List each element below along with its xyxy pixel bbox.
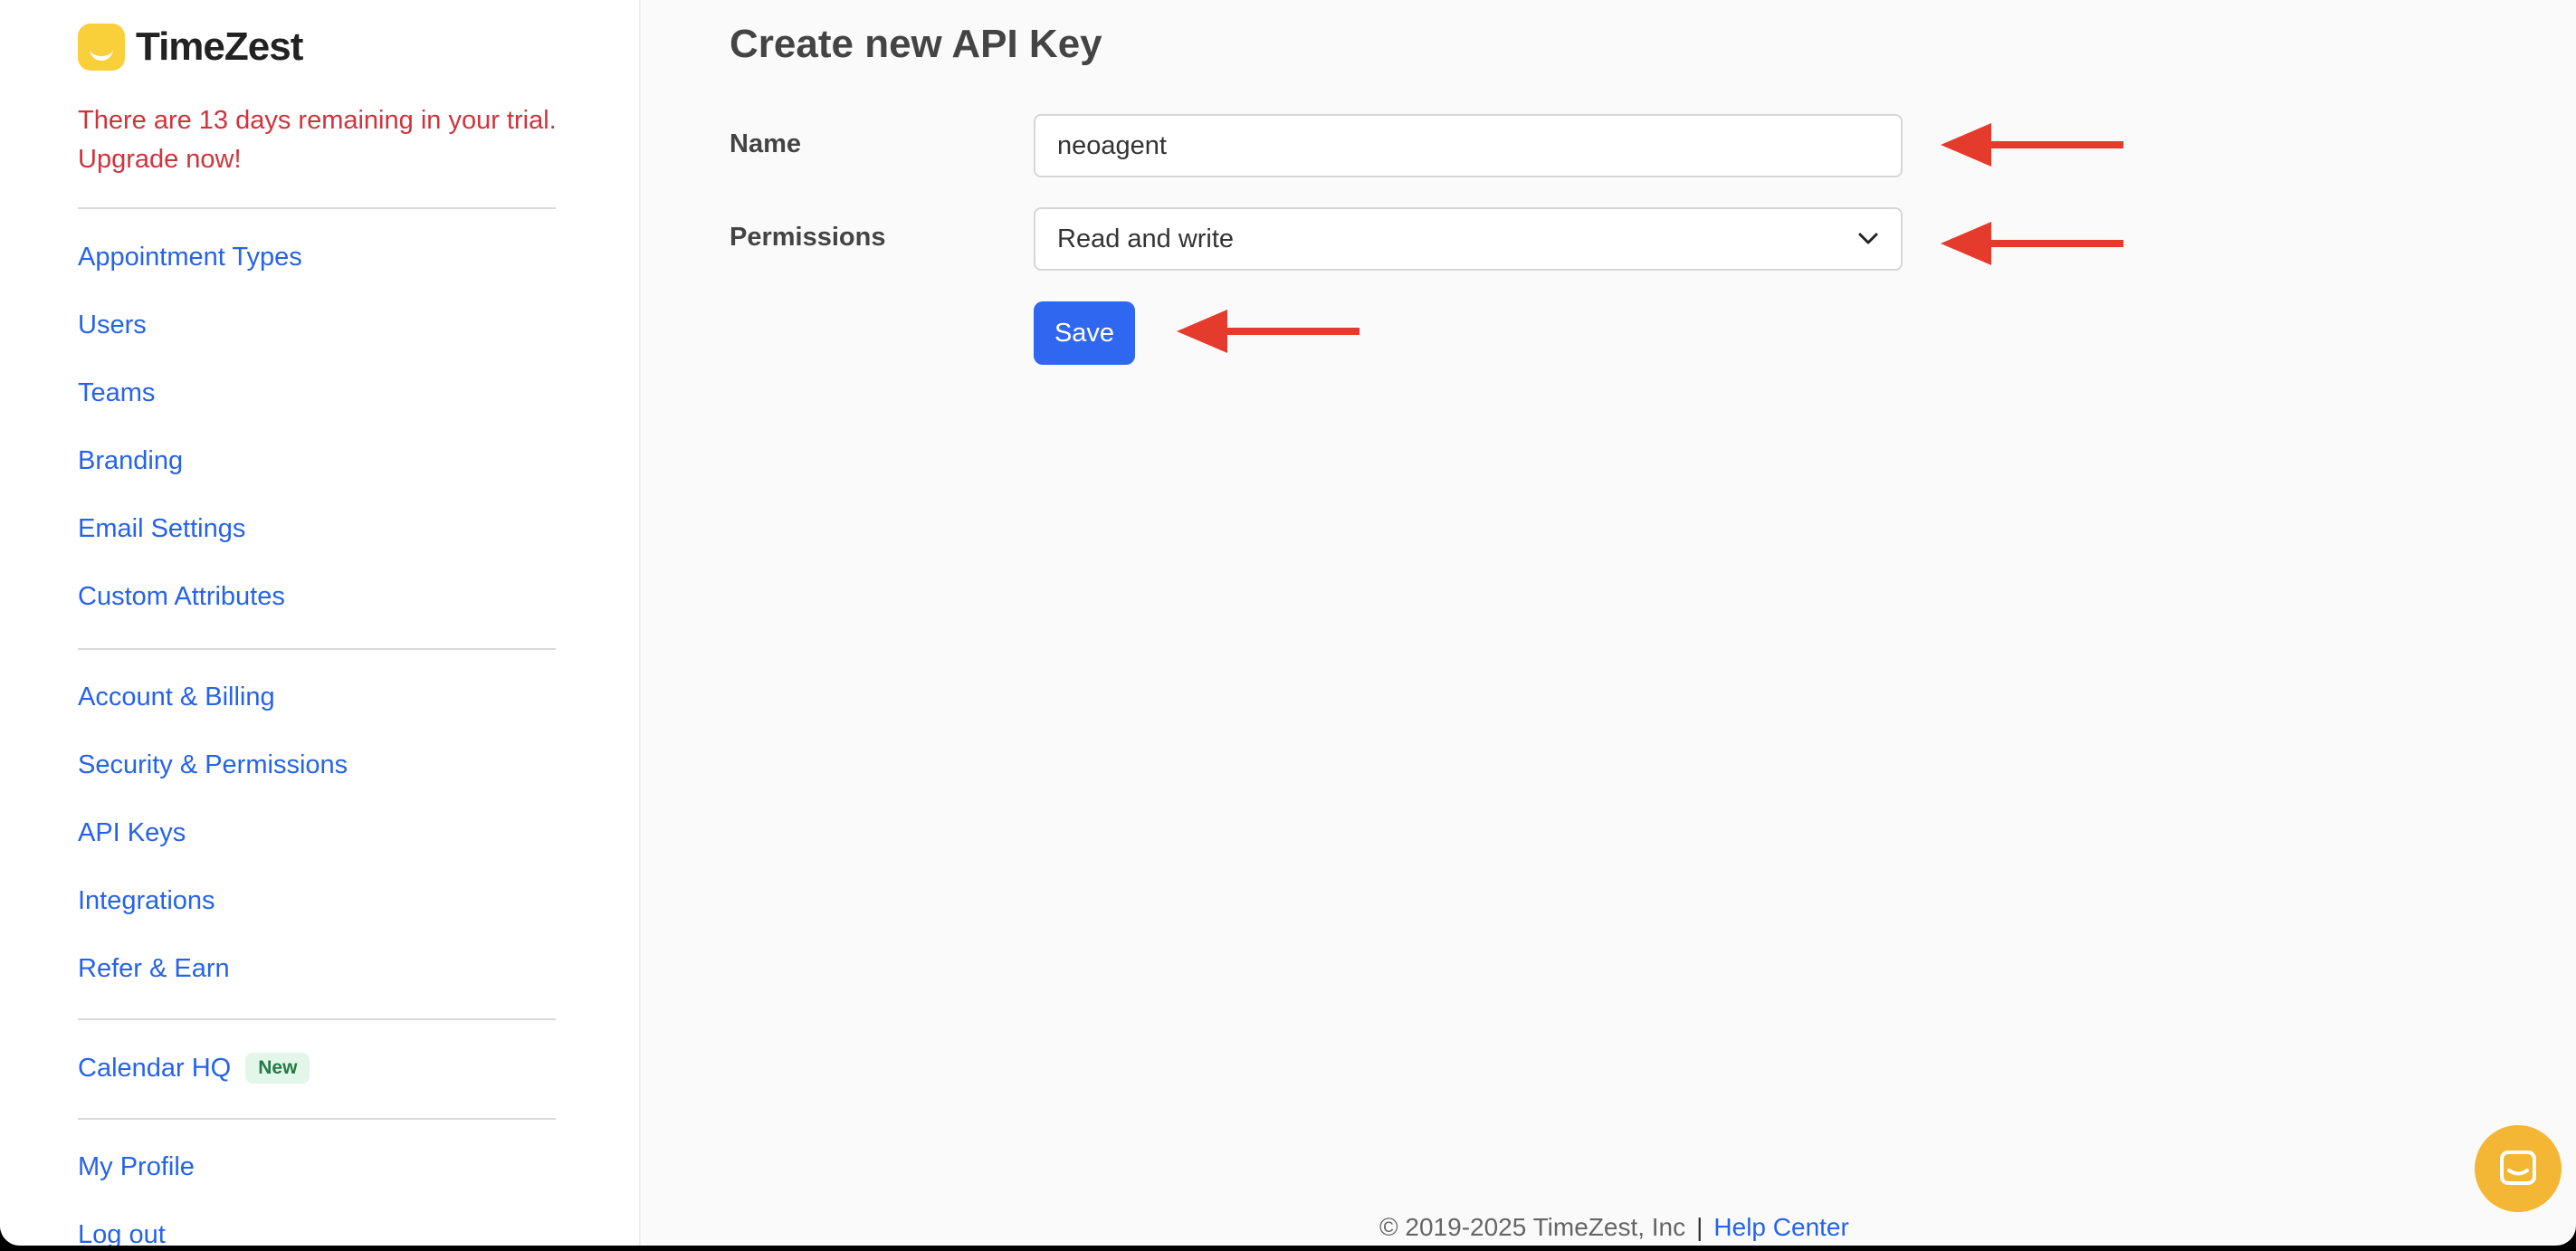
brand[interactable]: TimeZest	[78, 24, 303, 71]
sidebar-item-teams[interactable]: Teams	[78, 377, 155, 409]
sidebar-item-refer-earn[interactable]: Refer & Earn	[78, 952, 230, 985]
annotation-arrow-icon	[1177, 310, 1360, 353]
new-badge: New	[245, 1053, 310, 1084]
page-title: Create new API Key	[730, 22, 1102, 66]
sidebar-item-log-out[interactable]: Log out	[78, 1218, 166, 1246]
annotation-arrow-icon	[1941, 123, 2123, 167]
sidebar-item-api-keys[interactable]: API Keys	[78, 816, 186, 849]
footer: © 2019-2025 TimeZest, Inc | Help Center	[1379, 1213, 1849, 1242]
sidebar-item-users[interactable]: Users	[78, 309, 147, 341]
sidebar-item-account-billing[interactable]: Account & Billing	[78, 681, 275, 713]
sidebar-item-integrations[interactable]: Integrations	[78, 884, 215, 917]
sidebar-item-my-profile[interactable]: My Profile	[78, 1151, 195, 1183]
sidebar-divider	[78, 648, 556, 650]
copyright-text: © 2019-2025 TimeZest, Inc	[1379, 1213, 1686, 1241]
name-label: Name	[730, 129, 801, 158]
sidebar-item-security-permissions[interactable]: Security & Permissions	[78, 749, 348, 781]
permissions-selected-value: Read and write	[1057, 224, 1235, 253]
chat-launcher-button[interactable]	[2475, 1125, 2562, 1212]
sidebar-divider	[78, 1118, 556, 1120]
sidebar-item-email-settings[interactable]: Email Settings	[78, 512, 245, 545]
sidebar: TimeZest There are 13 days remaining in …	[0, 0, 641, 1246]
annotation-arrow-icon	[1941, 222, 2123, 265]
brand-name: TimeZest	[136, 24, 303, 69]
sidebar-item-branding[interactable]: Branding	[78, 444, 183, 477]
help-center-link[interactable]: Help Center	[1713, 1213, 1848, 1241]
footer-separator: |	[1696, 1213, 1703, 1241]
sidebar-item-label: Calendar HQ	[78, 1054, 232, 1083]
sidebar-item-appointment-types[interactable]: Appointment Types	[78, 241, 302, 273]
trial-remaining-text: There are 13 days remaining in your tria…	[78, 106, 557, 135]
sidebar-divider	[78, 207, 556, 209]
save-button[interactable]: Save	[1034, 301, 1135, 365]
timezest-logo-icon	[78, 24, 125, 71]
chat-icon	[2500, 1151, 2536, 1185]
app-window: TimeZest There are 13 days remaining in …	[0, 0, 2576, 1246]
permissions-label: Permissions	[730, 223, 886, 252]
upgrade-now-link[interactable]: Upgrade now!	[78, 140, 585, 179]
chevron-down-icon	[1858, 233, 1878, 244]
sidebar-item-calendar-hq[interactable]: Calendar HQ New	[78, 1052, 310, 1084]
name-input[interactable]	[1034, 114, 1903, 177]
trial-banner: There are 13 days remaining in your tria…	[78, 101, 585, 179]
sidebar-divider	[78, 1018, 556, 1020]
sidebar-item-custom-attributes[interactable]: Custom Attributes	[78, 580, 285, 613]
permissions-select[interactable]: Read and write	[1034, 207, 1903, 271]
